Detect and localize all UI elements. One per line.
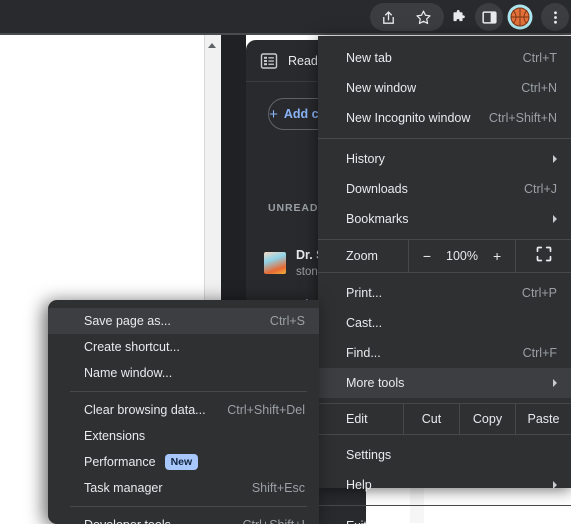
submenu-item-label: Clear browsing data... [84,403,206,417]
menu-item-accelerator: Ctrl+Shift+N [488,111,557,125]
copy-button[interactable]: Copy [459,404,515,434]
menu-item-accelerator: Ctrl+J [524,182,557,196]
chevron-right-icon [553,155,557,163]
menu-item-accelerator: Ctrl+T [522,51,557,65]
submenu-item-label: Extensions [84,429,146,443]
menu-item-accelerator: Ctrl+P [521,286,557,300]
menu-item-settings[interactable]: Settings [318,440,571,470]
menu-item-more-tools[interactable]: More tools [318,368,571,398]
submenu-item-label: Create shortcut... [84,340,180,354]
plus-icon: + [269,105,278,123]
submenu-item-create-shortcut[interactable]: Create shortcut... [48,334,319,360]
menu-item-downloads[interactable]: Downloads Ctrl+J [318,174,571,204]
menu-item-label: New tab [346,51,392,65]
submenu-item-name-window[interactable]: Name window... [48,360,319,386]
cut-button[interactable]: Cut [403,404,459,434]
extensions-puzzle-icon[interactable] [444,3,472,31]
menu-item-label: History [346,152,385,166]
share-icon[interactable] [374,3,402,31]
submenu-item-label: Save page as... [84,314,171,328]
menu-item-label: Help [346,478,372,492]
paste-button[interactable]: Paste [515,404,571,434]
chevron-right-icon [553,215,557,223]
menu-item-bookmarks[interactable]: Bookmarks [318,204,571,234]
menu-separator [318,138,571,139]
browser-toolbar [0,0,571,33]
chevron-right-icon [553,379,557,387]
fullscreen-icon [536,246,552,267]
submenu-item-accelerator: Ctrl+S [269,314,305,328]
zoom-controls: − 100% + [408,240,516,272]
submenu-item-save-page-as[interactable]: Save page as... Ctrl+S [48,308,319,334]
menu-separator [318,505,571,506]
profile-avatar[interactable] [506,3,534,31]
submenu-item-label: Name window... [84,366,173,380]
submenu-item-label: Developer tools [84,518,171,524]
chevron-right-icon [553,481,557,489]
zoom-label: Zoom [346,249,378,263]
new-badge: New [164,454,199,470]
menu-item-new-incognito-window[interactable]: New Incognito window Ctrl+Shift+N [318,103,571,133]
browser-window: Reading list + Add current tab UNREAD Dr… [0,0,571,524]
side-panel-icon[interactable] [475,3,503,31]
menu-item-new-window[interactable]: New window Ctrl+N [318,73,571,103]
submenu-item-task-manager[interactable]: Task manager Shift+Esc [48,475,319,501]
menu-item-label: Cast... [346,316,383,330]
menu-item-label: More tools [346,376,405,390]
menu-item-label: Settings [346,448,392,462]
menu-item-label: Bookmarks [346,212,409,226]
menu-item-label: New window [346,81,417,95]
more-tools-submenu: Save page as... Ctrl+S Create shortcut..… [48,300,319,524]
submenu-item-accelerator: Ctrl+Shift+Del [227,403,305,417]
menu-item-label: New Incognito window [346,111,471,125]
reading-list-item-thumbnail [264,252,286,274]
zoom-row: Zoom − 100% + [318,239,571,273]
menu-item-help[interactable]: Help [318,470,571,500]
fullscreen-button[interactable] [516,240,571,272]
submenu-item-extensions[interactable]: Extensions [48,423,319,449]
submenu-separator [70,391,307,392]
submenu-item-clear-browsing-data[interactable]: Clear browsing data... Ctrl+Shift+Del [48,397,319,423]
chrome-menu-icon[interactable] [541,3,569,31]
zoom-in-button[interactable]: + [493,249,501,263]
reading-list-icon [260,52,278,70]
menu-item-label: Downloads [346,182,408,196]
submenu-item-accelerator: Ctrl+Shift+I [242,518,305,524]
menu-item-find[interactable]: Find... Ctrl+F [318,338,571,368]
submenu-item-accelerator: Shift+Esc [251,481,305,495]
menu-item-accelerator: Ctrl+F [522,346,557,360]
submenu-item-label: Task manager [84,481,163,495]
scrollbar-up-arrow-icon[interactable] [206,38,218,48]
chrome-main-menu: New tab Ctrl+T New window Ctrl+N New Inc… [318,36,571,524]
menu-item-label: Find... [346,346,381,360]
unread-section-label: UNREAD [268,202,319,214]
menu-item-new-tab[interactable]: New tab Ctrl+T [318,43,571,73]
menu-item-cast[interactable]: Cast... [318,308,571,338]
bookmark-star-icon[interactable] [409,3,437,31]
zoom-percent-value: 100% [446,249,478,263]
submenu-separator [70,506,307,507]
submenu-item-performance[interactable]: Performance New [48,449,319,475]
toolbar-separator [0,33,571,35]
menu-item-exit[interactable]: Exit [318,511,571,524]
menu-item-label: Exit [346,519,367,524]
menu-item-accelerator: Ctrl+N [521,81,557,95]
edit-label: Edit [346,412,368,426]
zoom-out-button[interactable]: − [423,249,431,263]
submenu-item-developer-tools[interactable]: Developer tools Ctrl+Shift+I [48,512,319,524]
menu-item-history[interactable]: History [318,144,571,174]
edit-row: Edit Cut Copy Paste [318,403,571,435]
menu-item-label: Print... [346,286,383,300]
submenu-item-label: Performance [84,455,156,469]
menu-item-print[interactable]: Print... Ctrl+P [318,278,571,308]
